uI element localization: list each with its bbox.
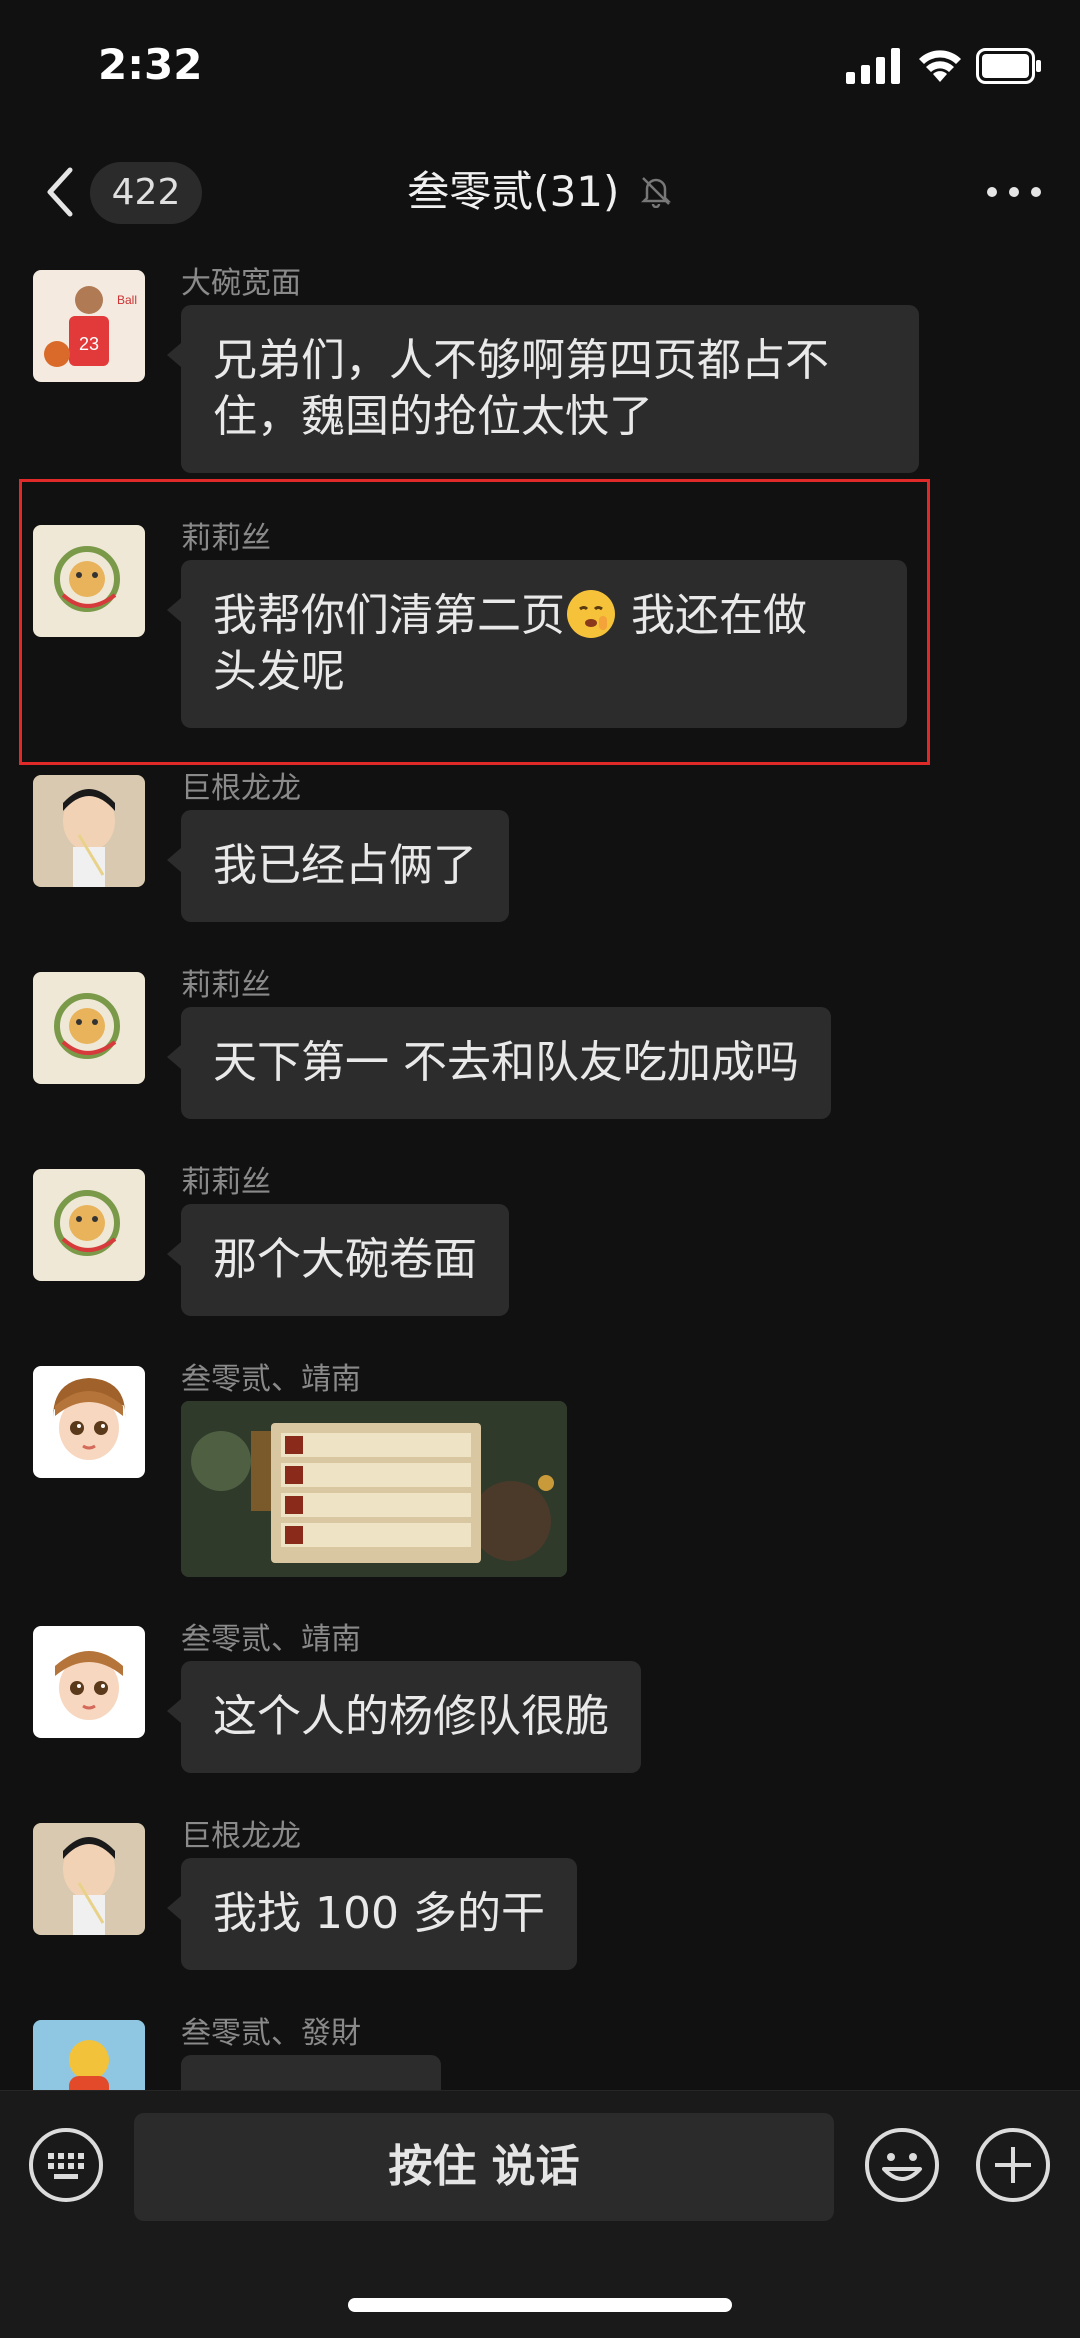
hold-to-talk-button[interactable]: 按住 说话 — [134, 2113, 834, 2221]
avatar[interactable] — [33, 1626, 145, 1738]
add-icon[interactable] — [975, 2127, 1051, 2203]
avatar[interactable] — [33, 1366, 145, 1478]
emoji-icon[interactable] — [864, 2127, 940, 2203]
keyboard-icon[interactable] — [28, 2127, 104, 2203]
sender-name: 叁零贰、靖南 — [181, 1362, 361, 1397]
avatar[interactable] — [33, 775, 145, 887]
mute-bell-icon — [640, 177, 671, 208]
sender-name: 莉莉丝 — [181, 1165, 271, 1200]
message-text: 那个大碗卷面 — [213, 1234, 477, 1285]
svg-text:Ball: Ball — [117, 293, 137, 307]
avatar[interactable] — [33, 1169, 145, 1281]
status-bar: 2:32 — [0, 0, 1080, 130]
message-bubble[interactable]: 我已经占俩了 — [167, 810, 509, 922]
message-bubble[interactable]: 我找 100 多的干 — [167, 1858, 577, 1970]
message-bubble[interactable]: 我帮你们清第二页 我还在做 头发呢 — [167, 560, 907, 728]
message-text: 这个人的杨修队很脆 — [213, 1691, 609, 1742]
signal-icon — [846, 48, 900, 84]
message-bubble[interactable]: 兄弟们，人不够啊第四页都占不 住，魏国的抢位太快了 — [167, 305, 919, 473]
sender-name: 莉莉丝 — [181, 521, 271, 556]
chat-title: 叁零贰(31) — [0, 162, 1080, 222]
message-text: 我帮你们清第二页 — [213, 590, 565, 641]
message-text-line: 我帮你们清第二页 我还在做 — [213, 588, 875, 644]
message-text-line: 兄弟们，人不够啊第四页都占不 — [213, 335, 829, 386]
avatar[interactable] — [33, 972, 145, 1084]
sender-name: 巨根龙龙 — [181, 1819, 301, 1854]
message-bubble[interactable]: 天下第一 不去和队友吃加成吗 — [167, 1007, 831, 1119]
avatar[interactable] — [33, 1823, 145, 1935]
message-text: 我找 100 多的干 — [213, 1888, 545, 1939]
message-bubble[interactable]: 这个人的杨修队很脆 — [167, 1661, 641, 1773]
message-text-line: 住，魏国的抢位太快了 — [213, 391, 653, 442]
nav-bar: 422 叁零贰(31) — [0, 130, 1080, 250]
sender-name: 大碗宽面 — [181, 266, 301, 301]
image-message[interactable] — [181, 1401, 567, 1577]
sender-name: 叁零贰、發財 — [181, 2016, 361, 2051]
home-indicator[interactable] — [348, 2298, 732, 2312]
chat-title-text: 叁零贰(31) — [407, 167, 620, 216]
message-text: 我已经占俩了 — [213, 840, 477, 891]
sender-name: 叁零贰、靖南 — [181, 1622, 361, 1657]
message-list[interactable]: 23 Ball 大碗宽面 兄弟们，人不够啊第四页都占不 住，魏国的抢位太快了 莉… — [0, 250, 1080, 2090]
wifi-icon — [919, 50, 961, 82]
sender-name: 莉莉丝 — [181, 968, 271, 1003]
svg-text:23: 23 — [79, 334, 99, 354]
status-time: 2:32 — [98, 40, 203, 89]
sender-name: 巨根龙龙 — [181, 771, 301, 806]
shushing-face-emoji-icon — [567, 590, 615, 638]
battery-icon — [976, 48, 1041, 84]
message-text: 天下第一 不去和队友吃加成吗 — [213, 1037, 799, 1088]
avatar[interactable] — [33, 2020, 145, 2090]
avatar[interactable]: 23 Ball — [33, 270, 145, 382]
message-text-line: 头发呢 — [213, 646, 345, 697]
message-bubble[interactable] — [181, 2055, 441, 2090]
message-text: 我还在做 — [617, 590, 807, 641]
message-bubble[interactable]: 那个大碗卷面 — [167, 1204, 509, 1316]
avatar[interactable] — [33, 525, 145, 637]
more-options-icon[interactable] — [984, 182, 1044, 202]
